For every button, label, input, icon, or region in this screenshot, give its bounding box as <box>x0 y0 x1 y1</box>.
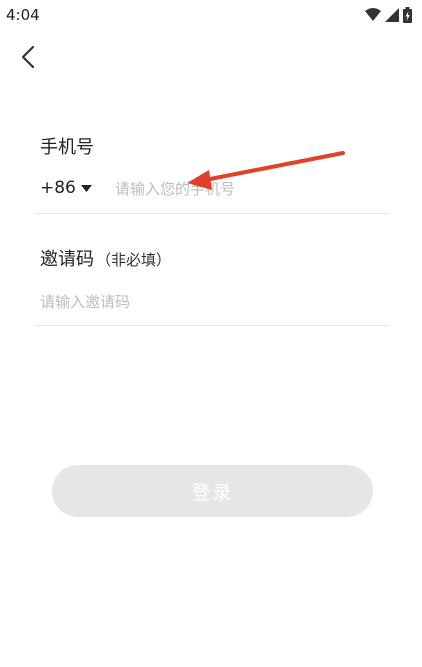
wifi-icon <box>365 8 381 21</box>
country-code-selector[interactable]: +86 <box>40 178 92 198</box>
cellular-signal-icon <box>385 8 399 22</box>
invite-code-input[interactable] <box>40 291 385 313</box>
phone-input[interactable] <box>115 178 385 200</box>
invite-optional-note: （非必填） <box>96 251 172 269</box>
status-icons <box>365 7 412 23</box>
annotation-arrow-icon <box>187 151 345 190</box>
login-button[interactable]: 登录 <box>52 465 373 517</box>
phone-label: 手机号 <box>40 137 94 158</box>
phone-divider <box>35 213 389 214</box>
dropdown-triangle-icon <box>80 184 92 192</box>
back-button[interactable] <box>14 42 42 72</box>
status-time: 4:04 <box>6 6 40 24</box>
invite-divider <box>35 325 389 326</box>
country-code-value: +86 <box>40 178 76 198</box>
invite-label: 邀请码 （非必填） <box>40 245 171 271</box>
battery-icon <box>403 7 412 23</box>
status-bar: 4:04 <box>0 0 422 30</box>
chevron-left-icon <box>21 45 35 69</box>
invite-label-text: 邀请码 <box>40 249 94 270</box>
